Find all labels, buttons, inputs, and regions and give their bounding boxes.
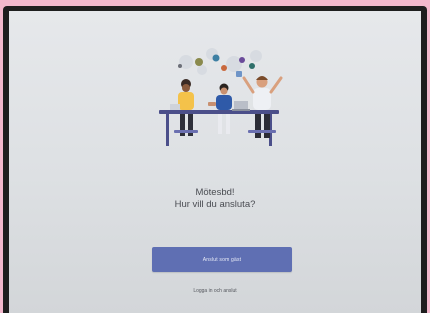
greeting-text: Mötesbd! Hur vill du ansluta? bbox=[9, 187, 421, 211]
app-screen: Mötesbd! Hur vill du ansluta? Anslut som… bbox=[9, 11, 421, 313]
sign-in-and-join-link[interactable]: Logga in och anslut bbox=[9, 288, 421, 294]
meeting-illustration bbox=[144, 44, 294, 154]
meeting-title: Mötesbd! bbox=[195, 187, 235, 198]
join-as-guest-button[interactable]: Anslut som gäst bbox=[152, 247, 292, 272]
join-question: Hur vill du ansluta? bbox=[174, 199, 256, 210]
people-at-table-icon bbox=[159, 48, 283, 146]
